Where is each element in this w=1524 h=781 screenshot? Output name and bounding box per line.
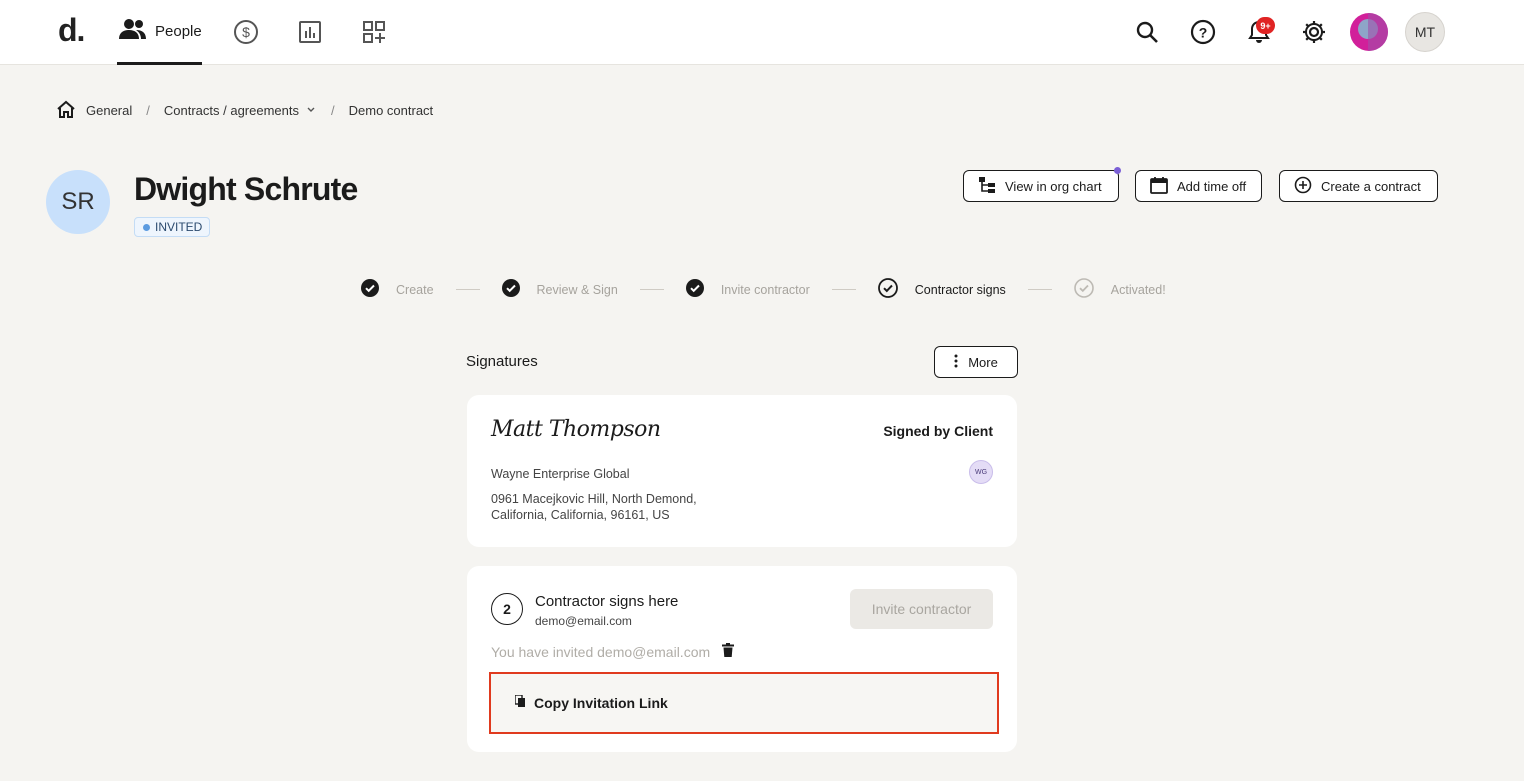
app-logo[interactable]: d. bbox=[58, 12, 85, 49]
nav-tab-people-label: People bbox=[155, 22, 202, 40]
step-number: 2 bbox=[491, 593, 523, 625]
client-signature: Matt Thompson bbox=[491, 417, 661, 442]
dollar-icon[interactable]: $ bbox=[232, 18, 260, 46]
home-icon bbox=[56, 100, 76, 121]
chevron-down-icon bbox=[305, 103, 317, 118]
contractor-signature-card: 2 Contractor signs here demo@email.com I… bbox=[467, 566, 1017, 752]
svg-text:$: $ bbox=[242, 24, 250, 40]
org-avatar[interactable] bbox=[1350, 13, 1388, 51]
status-label: INVITED bbox=[155, 220, 203, 234]
more-button[interactable]: More bbox=[934, 346, 1018, 378]
reports-icon[interactable] bbox=[296, 18, 324, 46]
check-outline-icon bbox=[1073, 278, 1094, 301]
address-line: 0961 Macejkovic Hill, North Demond, bbox=[491, 492, 697, 506]
company-badge: WG bbox=[969, 460, 993, 484]
breadcrumb-home[interactable]: General bbox=[56, 100, 132, 121]
client-address: 0961 Macejkovic Hill, North Demond, Cali… bbox=[491, 491, 751, 523]
status-dot bbox=[143, 223, 150, 231]
copy-icon bbox=[514, 694, 526, 711]
add-time-off-label: Add time off bbox=[1177, 178, 1247, 194]
step-activated: Activated! bbox=[1073, 278, 1166, 301]
more-label: More bbox=[968, 354, 998, 370]
org-chart-icon bbox=[978, 176, 996, 197]
contractor-email: demo@email.com bbox=[535, 614, 632, 628]
people-icon bbox=[119, 18, 147, 45]
view-org-chart-label: View in org chart bbox=[1005, 178, 1102, 194]
contractor-signs-title: Contractor signs here bbox=[535, 593, 679, 610]
apps-add-icon[interactable] bbox=[360, 18, 388, 46]
breadcrumb-section-label: Contracts / agreements bbox=[163, 103, 299, 118]
create-contract-label: Create a contract bbox=[1321, 178, 1421, 194]
contract-stepper: Create Review & Sign Invite contractor C… bbox=[361, 278, 1166, 301]
view-org-chart-button[interactable]: View in org chart bbox=[963, 170, 1119, 202]
breadcrumb-section[interactable]: Contracts / agreements bbox=[164, 103, 317, 118]
step-contractor-signs: Contractor signs bbox=[877, 278, 1006, 301]
invite-contractor-button[interactable]: Invite contractor bbox=[850, 589, 993, 629]
breadcrumb-current: Demo contract bbox=[348, 103, 434, 118]
check-outline-icon bbox=[877, 278, 898, 301]
svg-text:?: ? bbox=[1199, 25, 1208, 41]
plus-circle-icon bbox=[1294, 176, 1312, 197]
help-icon[interactable]: ? bbox=[1189, 18, 1217, 46]
search-icon[interactable] bbox=[1133, 18, 1161, 46]
create-contract-button[interactable]: Create a contract bbox=[1279, 170, 1438, 202]
signed-by-label: Signed by Client bbox=[883, 423, 993, 439]
step-label: Contractor signs bbox=[914, 282, 1006, 297]
status-badge: INVITED bbox=[134, 217, 211, 237]
page-title: Dwight Schrute bbox=[134, 171, 358, 207]
gear-icon[interactable] bbox=[1300, 18, 1328, 46]
step-review-sign: Review & Sign bbox=[501, 279, 618, 300]
contractor-avatar: SR bbox=[46, 170, 110, 234]
notification-badge: 9+ bbox=[1256, 17, 1275, 34]
copy-invitation-link-label: Copy Invitation Link bbox=[534, 695, 668, 711]
step-label: Create bbox=[396, 282, 434, 297]
nav-tab-people[interactable]: People bbox=[117, 0, 202, 65]
user-avatar[interactable]: MT bbox=[1405, 12, 1445, 52]
breadcrumb: General / Contracts / agreements / Demo … bbox=[56, 100, 433, 121]
check-filled-icon bbox=[361, 279, 379, 300]
new-indicator-dot bbox=[1114, 167, 1121, 174]
invited-note: You have invited demo@email.com bbox=[491, 643, 735, 660]
copy-invitation-link-button[interactable]: Copy Invitation Link bbox=[489, 672, 999, 734]
check-filled-icon bbox=[501, 279, 520, 300]
step-label: Invite contractor bbox=[720, 282, 810, 297]
calendar-icon bbox=[1150, 176, 1168, 197]
client-signature-card: Matt Thompson Signed by Client WG Wayne … bbox=[467, 395, 1017, 547]
step-label: Activated! bbox=[1110, 282, 1166, 297]
step-invite-contractor: Invite contractor bbox=[685, 279, 810, 300]
more-vertical-icon bbox=[954, 354, 958, 371]
check-filled-icon bbox=[685, 279, 704, 300]
step-label: Review & Sign bbox=[536, 282, 618, 297]
trash-icon[interactable] bbox=[722, 643, 735, 660]
address-line: California, California, 96161, US bbox=[491, 508, 670, 522]
top-nav: d. People $ ? 9+ MT bbox=[0, 0, 1524, 65]
signatures-heading: Signatures bbox=[466, 353, 538, 370]
client-company: Wayne Enterprise Global bbox=[491, 467, 630, 481]
breadcrumb-home-label: General bbox=[86, 103, 133, 118]
step-create: Create bbox=[361, 279, 434, 300]
add-time-off-button[interactable]: Add time off bbox=[1135, 170, 1262, 202]
invited-note-text: You have invited demo@email.com bbox=[491, 643, 711, 660]
